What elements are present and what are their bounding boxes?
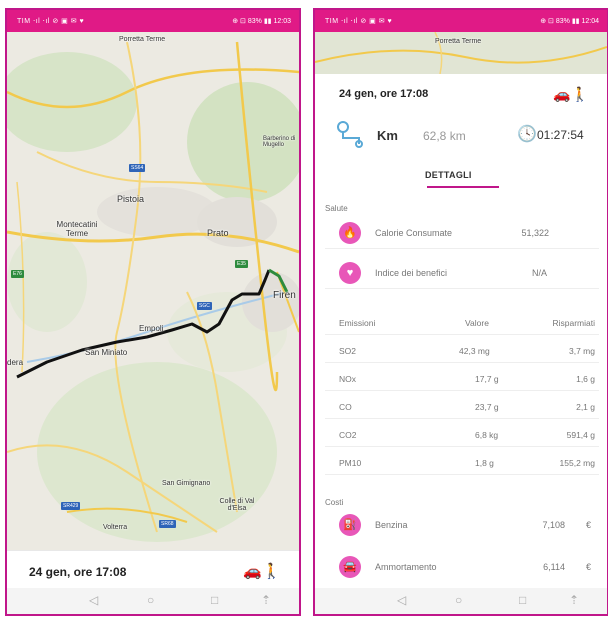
table-row: SO2 42,3 mg 3,7 mg	[325, 338, 599, 363]
row-value: 51,322	[521, 228, 549, 238]
phone-details-screen: TIM ⋅ıl ⋅ıl ⊘ ▣ ✉ ♥ ⊕ ⊡ 83% ▮▮ 12:04 Por…	[313, 8, 608, 616]
list-item: ♥ Indice dei benefici N/A	[325, 258, 599, 289]
row-value: 6,114	[543, 562, 565, 572]
map-label-montecatini: Montecatini Terme	[56, 220, 98, 238]
road-shield-e76: E76	[11, 270, 24, 278]
cell: 42,3 mg	[459, 346, 490, 356]
pin-icon[interactable]: ⇡	[569, 593, 579, 607]
duration-value: 01:27:54	[537, 128, 584, 142]
road-shield-sgc: SGC	[197, 302, 212, 310]
map-label-pistoia: Pistoia	[117, 194, 145, 204]
road-shield-ss64: SS64	[129, 164, 146, 172]
cell: 1,8 g	[475, 458, 494, 468]
tab-dettagli[interactable]: DETTAGLI	[425, 170, 472, 180]
heartbeat-icon: ♥	[339, 262, 361, 284]
walk-icon: 🚶	[571, 86, 589, 102]
recents-icon[interactable]: □	[211, 593, 218, 607]
pin-icon[interactable]: ⇡	[261, 593, 271, 607]
status-bar: TIM ⋅ıl ⋅ıl ⊘ ▣ ✉ ♥ ⊕ ⊡ 83% ▮▮ 12:04	[315, 10, 607, 32]
table-row: CO 23,7 g 2,1 g	[325, 394, 599, 419]
cell: 155,2 mg	[559, 458, 595, 468]
row-value: N/A	[531, 268, 547, 278]
clock-icon: 🕓	[517, 126, 537, 143]
row-label: Calorie Consumate	[375, 228, 453, 238]
status-bar: TIM ⋅ıl ⋅ıl ⊘ ▣ ✉ ♥ ⊕ ⊡ 83% ▮▮ 12:03	[7, 10, 299, 32]
status-right: ⊕ ⊡ 83% ▮▮ 12:03	[232, 18, 291, 25]
section-costi: Costi	[325, 498, 344, 507]
row-label: Indice dei benefici	[375, 268, 448, 278]
status-right: ⊕ ⊡ 83% ▮▮ 12:04	[540, 18, 599, 25]
cell: CO	[339, 402, 352, 412]
phone-map-screen: TIM ⋅ıl ⋅ıl ⊘ ▣ ✉ ♥ ⊕ ⊡ 83% ▮▮ 12:03 Por…	[5, 8, 301, 616]
home-icon[interactable]: ○	[455, 593, 462, 607]
flame-icon: 🔥	[339, 222, 361, 244]
map-view[interactable]: Porretta Terme Barberino di Mugello Pist…	[7, 32, 299, 550]
route-icon	[335, 120, 367, 148]
cell: 591,4 g	[566, 430, 595, 440]
map-label-barberino: Barberino di Mugello	[263, 136, 296, 148]
map-label-porretta: Porretta Terme	[119, 36, 166, 43]
car-icon: 🚗	[553, 86, 571, 102]
row-label: Ammortamento	[375, 562, 437, 572]
android-nav-bar: ◁ ○ □ ⇡	[7, 588, 299, 614]
col-header-risparmiati: Risparmiati	[552, 318, 595, 328]
col-header-valore: Valore	[465, 318, 489, 328]
road-shield-e35: E35	[235, 260, 248, 268]
map-label-prato: Prato	[207, 228, 229, 238]
walk-icon: 🚶	[262, 563, 281, 580]
map-label-porretta: Porretta Terme	[435, 38, 482, 45]
status-left: TIM ⋅ıl ⋅ıl ⊘ ▣ ✉ ♥	[325, 18, 393, 25]
cell: SO2	[339, 346, 357, 356]
cell: 3,7 mg	[569, 346, 595, 356]
cell: 6,8 kg	[475, 430, 499, 440]
row-label: Benzina	[375, 520, 408, 530]
back-icon[interactable]: ◁	[89, 593, 98, 607]
trip-summary-bar[interactable]: 24 gen, ore 17:08 🚗 🚶	[7, 550, 299, 591]
cell: PM10	[339, 458, 362, 468]
trip-date: 24 gen, ore 17:08	[339, 88, 429, 100]
home-icon[interactable]: ○	[147, 593, 154, 607]
row-currency: €	[585, 520, 591, 530]
cell: 23,7 g	[475, 402, 499, 412]
table-row: PM10 1,8 g 155,2 mg	[325, 450, 599, 475]
tab-indicator	[427, 186, 499, 188]
android-nav-bar: ◁ ○ □ ⇡	[315, 588, 607, 614]
table-row: CO2 6,8 kg 591,4 g	[325, 422, 599, 447]
map-preview[interactable]: Porretta Terme	[315, 32, 607, 74]
map-label-colle: Colle di Val d'Elsa	[219, 498, 255, 512]
map-label-san-miniato: San Miniato	[85, 348, 128, 357]
cell: 1,6 g	[576, 374, 595, 384]
road-shield-sr68: SR68	[159, 520, 176, 528]
list-item: 🔥 Calorie Consumate 51,322	[325, 218, 599, 249]
list-item: 🚘 Ammortamento 6,114 €	[325, 552, 599, 582]
col-header-emissioni: Emissioni	[339, 318, 376, 328]
map-label-pontedera: dera	[7, 358, 24, 367]
cell: 17,7 g	[475, 374, 499, 384]
map-label-san-gimignano: San Gimignano	[162, 480, 211, 487]
table-row: NOx 17,7 g 1,6 g	[325, 366, 599, 391]
recents-icon[interactable]: □	[519, 593, 526, 607]
emissions-header: Emissioni Valore Risparmiati	[325, 310, 599, 335]
back-icon[interactable]: ◁	[397, 593, 406, 607]
distance-unit: Km	[377, 128, 398, 143]
row-value: 7,108	[542, 520, 565, 530]
map-label-empoli: Empoli	[139, 324, 164, 333]
cell: CO2	[339, 430, 357, 440]
map-canvas	[7, 32, 299, 550]
list-item: ⛽ Benzina 7,108 €	[325, 510, 599, 540]
road-shield-sr429: SR429	[61, 502, 81, 510]
car-icon: 🚗	[243, 563, 262, 580]
map-label-volterra: Volterra	[103, 524, 128, 531]
map-label-firenze: Firen	[273, 290, 296, 301]
row-currency: €	[585, 562, 591, 572]
cell: NOx	[339, 374, 356, 384]
trip-date: 24 gen, ore 17:08	[29, 565, 127, 579]
car-cost-icon: 🚘	[339, 556, 361, 578]
fuel-icon: ⛽	[339, 514, 361, 536]
section-salute: Salute	[325, 204, 348, 213]
distance-value: 62,8 km	[423, 129, 466, 143]
status-left: TIM ⋅ıl ⋅ıl ⊘ ▣ ✉ ♥	[17, 18, 85, 25]
cell: 2,1 g	[576, 402, 595, 412]
